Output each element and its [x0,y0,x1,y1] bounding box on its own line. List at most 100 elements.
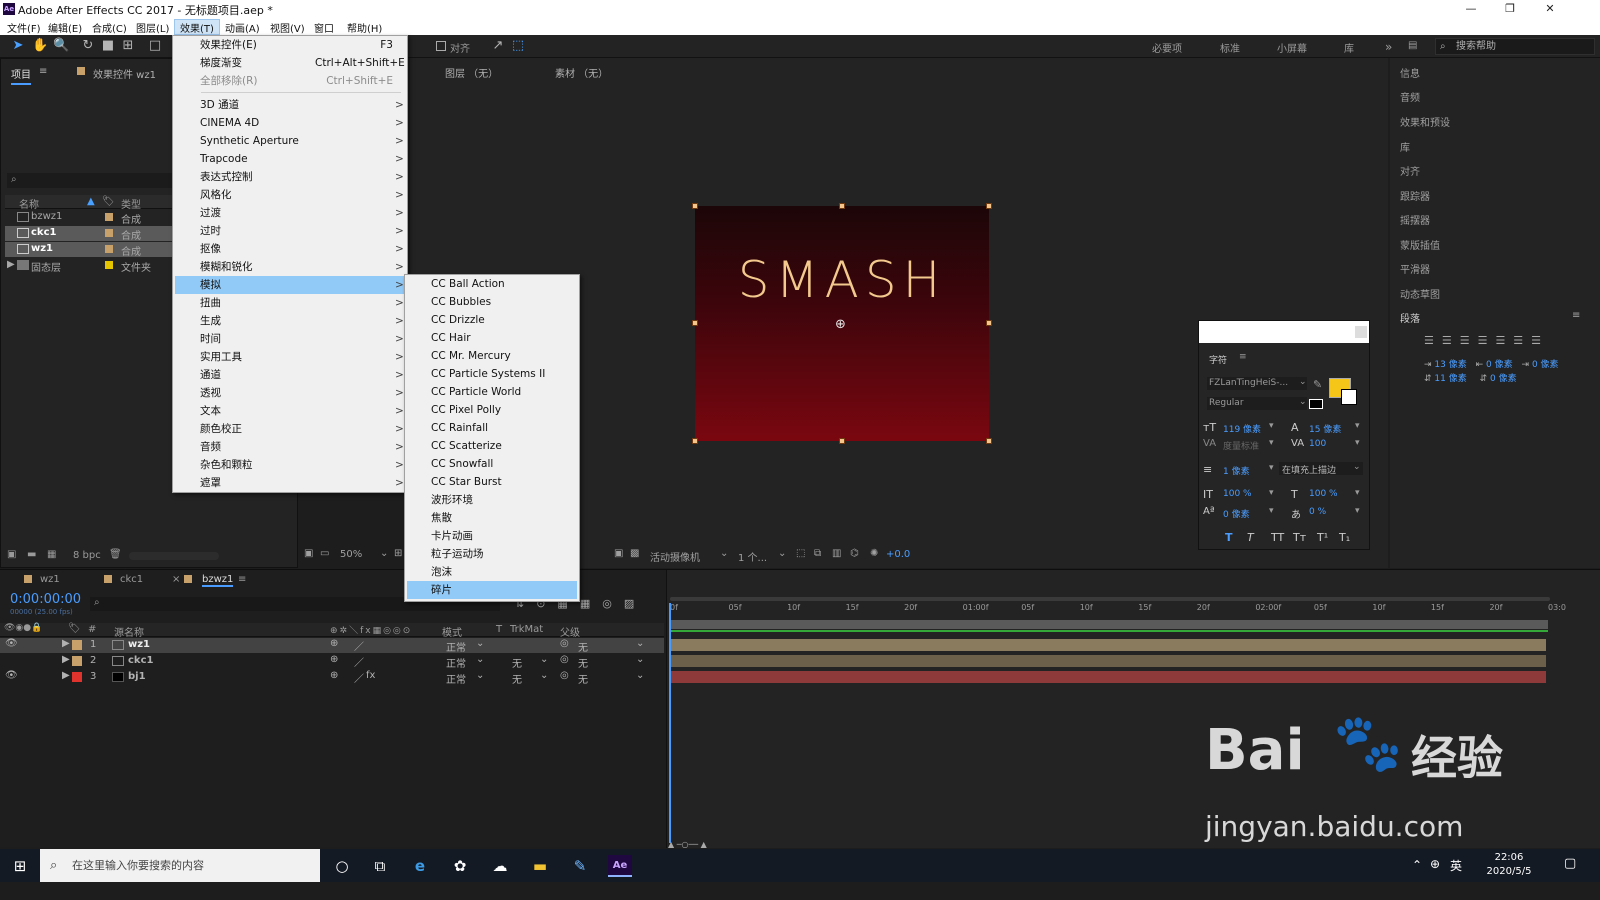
current-time[interactable]: 0:00:00:00 [10,592,81,607]
preview-icon[interactable]: ▣ [304,548,313,559]
bpc-label[interactable]: 8 bpc [73,550,101,561]
pan-behind-tool-icon[interactable]: ⊞ [120,38,136,54]
camera-dropdown[interactable]: 活动摄像机 [650,549,700,564]
font-size-value[interactable]: 119 像素 [1223,422,1261,435]
font-family-dropdown[interactable]: FZLanTingHeiS-... ⌄ [1207,377,1307,390]
panel-mask-interpolation[interactable]: 蒙版插值 [1400,237,1440,252]
restore-button[interactable]: ❐ [1495,2,1525,15]
panel-smoother[interactable]: 平滑器 [1400,261,1430,276]
cortana-icon[interactable]: ○ [330,855,354,877]
simulate-effect-item[interactable]: 波形环境 [407,491,577,509]
effect-menu-item[interactable]: Trapcode > [175,150,405,168]
column-mode[interactable]: 模式 [442,624,462,639]
chevron-down-icon[interactable]: ▾ [1355,438,1360,448]
effect-menu-item[interactable]: 3D 通道 > [175,96,405,114]
layer-name[interactable]: wz1 [128,639,150,650]
chevron-down-icon[interactable]: ⌄ [476,670,484,681]
selection-tool-icon[interactable]: ➤ [10,38,26,54]
file-explorer-icon[interactable]: ▬ [528,855,552,877]
chevron-down-icon[interactable]: ⌄ [540,670,548,681]
effect-menu-item[interactable]: 全部移除(R) Ctrl+Shift+E [175,72,405,90]
time-ruler[interactable]: 0f 05f 10f 15f 20f 01:00f 05f 10f 15f 20f 02:00f 05… [670,603,1566,617]
chevron-down-icon[interactable]: ▾ [1355,421,1360,431]
zoom-dropdown[interactable]: 50% [340,549,362,560]
clock-time[interactable]: 22:06 [1484,852,1534,863]
small-caps-button[interactable]: Tт [1293,531,1306,544]
transform-handle[interactable] [839,203,845,209]
label-color-icon[interactable] [72,640,82,650]
layer-track-bar[interactable] [670,655,1546,667]
vertical-scale-value[interactable]: 100 % [1223,489,1252,499]
all-caps-button[interactable]: TT [1271,531,1284,544]
close-icon[interactable]: × [172,574,180,585]
effect-menu-item[interactable]: 效果控件(E) F3 [175,36,405,54]
effect-menu-item[interactable]: 透视 > [175,384,405,402]
simulate-effect-item[interactable]: CC Particle Systems II [407,365,577,383]
chevron-down-icon[interactable]: ▾ [1269,506,1274,516]
expand-arrow-icon[interactable]: ▶ [62,638,70,649]
project-item[interactable]: wz1 合成 [5,242,175,258]
layer-track-bar[interactable] [670,639,1546,651]
shy-icon[interactable]: ⊕ [330,670,338,681]
workspace-small-screen[interactable]: 小屏幕 [1277,40,1307,55]
chevron-down-icon[interactable]: ⌄ [540,654,548,665]
simulate-effect-item[interactable]: CC Ball Action [407,275,577,293]
tab-effect-controls[interactable]: 效果控件 wz1 [93,66,156,81]
column-parent[interactable]: 父级 [560,624,580,639]
chevron-down-icon[interactable]: ⌄ [778,548,786,559]
indent-first-value[interactable]: 0 像素 [1486,360,1513,370]
panel-tracker[interactable]: 跟踪器 [1400,188,1430,203]
minimize-button[interactable]: — [1456,2,1486,15]
panel-paragraph[interactable]: 段落 [1400,310,1420,325]
menu-window[interactable]: 窗口 [309,20,339,35]
column-name[interactable]: 名称 [19,196,39,211]
chevron-down-icon[interactable]: ▾ [1269,421,1274,431]
leading-value[interactable]: 15 像素 [1309,422,1341,435]
effect-menu-item[interactable]: 时间 > [175,330,405,348]
chevron-down-icon[interactable]: ▾ [1355,506,1360,516]
simulate-effect-item[interactable]: CC Mr. Mercury [407,347,577,365]
transform-handle[interactable] [986,320,992,326]
trkmat-dropdown[interactable]: 无 [512,655,522,670]
mode-dropdown[interactable]: 正常 [446,655,466,670]
eyedropper-icon[interactable]: ✎ [1313,378,1322,391]
menu-effect[interactable]: 效果(T) [174,19,220,35]
chevron-down-icon[interactable]: ⌄ [636,638,644,649]
space-after-value[interactable]: 0 像素 [1490,374,1517,384]
region-of-interest-icon[interactable]: ▣ [614,548,623,559]
effect-menu-item[interactable]: 风格化 > [175,186,405,204]
app-icon[interactable]: ✿ [448,855,472,877]
project-item[interactable]: ckc1 合成 [5,226,175,242]
panel-effects-presets[interactable]: 效果和预设 [1400,114,1450,129]
kerning-value[interactable]: 度量标准 [1223,439,1259,452]
chevron-down-icon[interactable]: ▾ [1355,488,1360,498]
effect-menu-item[interactable]: 颜色校正 > [175,420,405,438]
column-trkmat[interactable]: TrkMat [510,624,543,635]
expand-arrow-icon[interactable]: ▶ [62,654,70,665]
chevron-down-icon[interactable]: ⌄ [476,654,484,665]
grid-icon[interactable]: ⊞ [394,548,402,559]
effect-menu-item[interactable]: 表达式控制 > [175,168,405,186]
column-source-name[interactable]: 源名称 [114,624,144,639]
work-area-bar[interactable] [670,620,1548,629]
delete-icon[interactable]: 🗑 [109,549,122,560]
panel-motion-sketch[interactable]: 动态草图 [1400,286,1440,301]
effect-menu-item[interactable]: 音频 > [175,438,405,456]
simulate-effect-item[interactable]: CC Hair [407,329,577,347]
menu-animation[interactable]: 动画(A) [220,20,265,35]
simulate-effect-item[interactable]: 焦散 [407,509,577,527]
time-navigator[interactable] [670,597,1550,601]
workspace-standard[interactable]: 标准 [1220,40,1240,55]
simulate-effect-item[interactable]: CC Snowfall [407,455,577,473]
simulate-effect-item[interactable]: CC Drizzle [407,311,577,329]
menu-layer[interactable]: 图层(L) [131,20,174,35]
indent-right-value[interactable]: 0 像素 [1532,360,1559,370]
quality-icon[interactable]: ／ [354,670,364,685]
monitor-icon[interactable]: ▭ [320,548,329,559]
new-folder-icon[interactable]: ▬ [27,549,36,560]
panel-menu-icon[interactable]: ≡ [1572,310,1580,321]
effect-menu-item[interactable]: 模糊和锐化 > [175,258,405,276]
label-color-icon[interactable] [72,672,82,682]
expand-arrow-icon[interactable]: ▶ [62,670,70,681]
input-language[interactable]: 英 [1450,857,1462,874]
